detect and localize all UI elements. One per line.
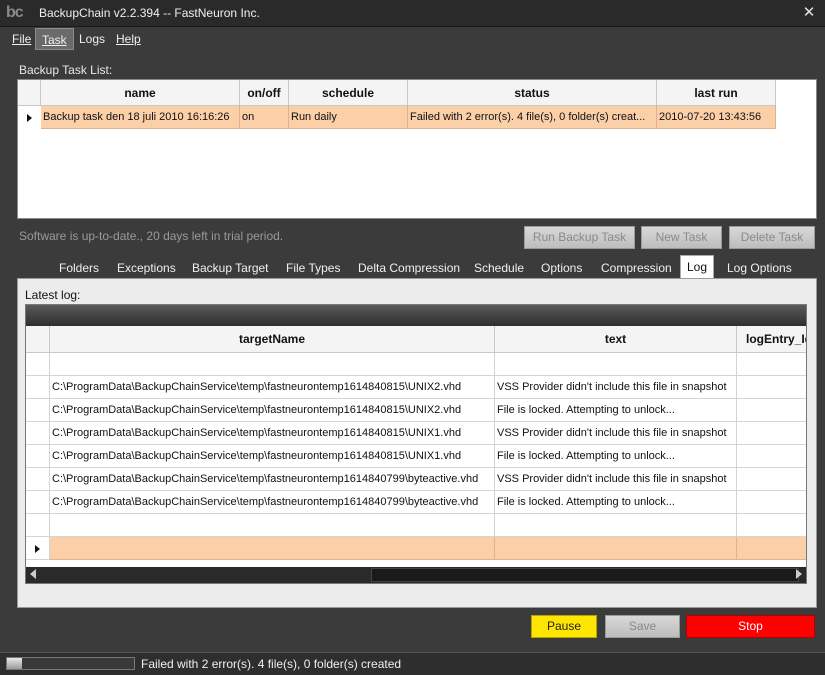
column-header-status[interactable]: status (408, 80, 657, 106)
row-header-corner (18, 80, 41, 106)
tab-log-options[interactable]: Log Options (727, 258, 792, 278)
app-logo-icon: bc (6, 4, 24, 21)
menu-task[interactable]: Task (35, 28, 74, 50)
log-row-header[interactable] (26, 399, 50, 422)
log-entry-id-cell[interactable] (737, 376, 806, 399)
tab-schedule[interactable]: Schedule (474, 258, 524, 278)
log-row-header[interactable] (26, 422, 50, 445)
task-name-cell[interactable]: Backup task den 18 juli 2010 16:16:26 (41, 106, 240, 129)
latest-log-label: Latest log: (25, 288, 81, 302)
current-row-pointer-icon (27, 114, 32, 122)
log-target-cell[interactable]: C:\ProgramData\BackupChainService\temp\f… (50, 399, 495, 422)
run-backup-task-button[interactable]: Run Backup Task (524, 226, 635, 249)
menu-bar: File Task Logs Help (0, 27, 825, 51)
task-list-label: Backup Task List: (19, 63, 113, 77)
task-onoff-cell[interactable]: on (240, 106, 289, 129)
log-entry-id-cell[interactable] (737, 491, 806, 514)
log-row-header[interactable] (26, 514, 50, 537)
save-button[interactable]: Save (605, 615, 680, 638)
new-entry-cell[interactable] (737, 537, 806, 560)
log-target-cell[interactable]: C:\ProgramData\BackupChainService\temp\f… (50, 422, 495, 445)
log-text-cell[interactable]: File is locked. Attempting to unlock... (495, 491, 737, 514)
scroll-right-icon[interactable] (796, 569, 802, 579)
log-text-cell[interactable] (495, 514, 737, 537)
log-row-header[interactable] (26, 491, 50, 514)
log-text-cell[interactable]: File is locked. Attempting to unlock... (495, 399, 737, 422)
new-task-button[interactable]: New Task (641, 226, 722, 249)
tab-backup-target[interactable]: Backup Target (192, 258, 269, 278)
current-row-pointer-icon (35, 545, 40, 553)
tab-options[interactable]: Options (541, 258, 582, 278)
task-last-run-cell[interactable]: 2010-07-20 13:43:56 (657, 106, 776, 129)
log-target-cell[interactable] (50, 353, 495, 376)
task-grid[interactable]: name on/off schedule status last run Bac… (17, 79, 817, 219)
log-text-cell[interactable]: VSS Provider didn't include this file in… (495, 468, 737, 491)
log-target-cell[interactable]: C:\ProgramData\BackupChainService\temp\f… (50, 468, 495, 491)
log-target-cell[interactable]: C:\ProgramData\BackupChainService\temp\f… (50, 445, 495, 468)
column-header-target-name[interactable]: targetName (50, 326, 495, 353)
column-header-name[interactable]: name (41, 80, 240, 106)
progress-fill (7, 658, 23, 669)
log-entry-id-cell[interactable] (737, 353, 806, 376)
progress-bar (6, 657, 135, 670)
log-target-cell[interactable]: C:\ProgramData\BackupChainService\temp\f… (50, 376, 495, 399)
log-row-header[interactable] (26, 468, 50, 491)
log-row-header[interactable] (26, 353, 50, 376)
menu-logs[interactable]: Logs (73, 28, 111, 50)
log-text-cell[interactable]: VSS Provider didn't include this file in… (495, 422, 737, 445)
log-entry-id-cell[interactable] (737, 399, 806, 422)
status-bar: Failed with 2 error(s). 4 file(s), 0 fol… (0, 652, 825, 675)
log-entry-id-cell[interactable] (737, 445, 806, 468)
menu-file[interactable]: File (6, 28, 37, 50)
column-header-text[interactable]: text (495, 326, 737, 353)
column-header-schedule[interactable]: schedule (289, 80, 408, 106)
tab-delta-compression[interactable]: Delta Compression (358, 258, 460, 278)
trial-status-text: Software is up-to-date., 20 days left in… (19, 229, 284, 243)
log-entry-id-cell[interactable] (737, 468, 806, 491)
delete-task-button[interactable]: Delete Task (729, 226, 815, 249)
window-title: BackupChain v2.2.394 -- FastNeuron Inc. (39, 6, 260, 20)
tab-log[interactable]: Log (680, 255, 715, 278)
log-row-header-corner (26, 326, 50, 353)
log-target-cell[interactable] (50, 514, 495, 537)
log-grid-group-bar (26, 305, 806, 326)
log-entry-id-cell[interactable] (737, 514, 806, 537)
scrollbar-thumb[interactable] (371, 568, 799, 582)
log-text-cell[interactable] (495, 353, 737, 376)
tab-compression[interactable]: Compression (601, 258, 672, 278)
scroll-left-icon[interactable] (30, 569, 36, 579)
tab-exceptions[interactable]: Exceptions (117, 258, 176, 278)
task-schedule-cell[interactable]: Run daily (289, 106, 408, 129)
new-entry-cell[interactable] (495, 537, 737, 560)
log-row-header[interactable] (26, 445, 50, 468)
log-grid[interactable]: targetName text logEntry_Id C:\ProgramDa… (25, 304, 807, 584)
menu-help[interactable]: Help (110, 28, 147, 50)
log-text-cell[interactable]: File is locked. Attempting to unlock... (495, 445, 737, 468)
column-header-onoff[interactable]: on/off (240, 80, 289, 106)
stop-button[interactable]: Stop (686, 615, 815, 638)
log-target-cell[interactable]: C:\ProgramData\BackupChainService\temp\f… (50, 491, 495, 514)
column-header-last-run[interactable]: last run (657, 80, 776, 106)
task-status-cell[interactable]: Failed with 2 error(s). 4 file(s), 0 fol… (408, 106, 657, 129)
pause-button[interactable]: Pause (531, 615, 597, 638)
log-entry-id-cell[interactable] (737, 422, 806, 445)
close-icon[interactable]: ✕ (801, 4, 817, 22)
new-entry-cell[interactable] (50, 537, 495, 560)
column-header-log-entry-id[interactable]: logEntry_Id (737, 326, 806, 353)
title-bar: bc BackupChain v2.2.394 -- FastNeuron In… (0, 0, 825, 27)
horizontal-scrollbar[interactable] (26, 567, 806, 583)
tab-file-types[interactable]: File Types (286, 258, 340, 278)
log-text-cell[interactable]: VSS Provider didn't include this file in… (495, 376, 737, 399)
log-row-header[interactable] (26, 376, 50, 399)
tab-folders[interactable]: Folders (59, 258, 99, 278)
status-bar-text: Failed with 2 error(s). 4 file(s), 0 fol… (141, 657, 402, 671)
